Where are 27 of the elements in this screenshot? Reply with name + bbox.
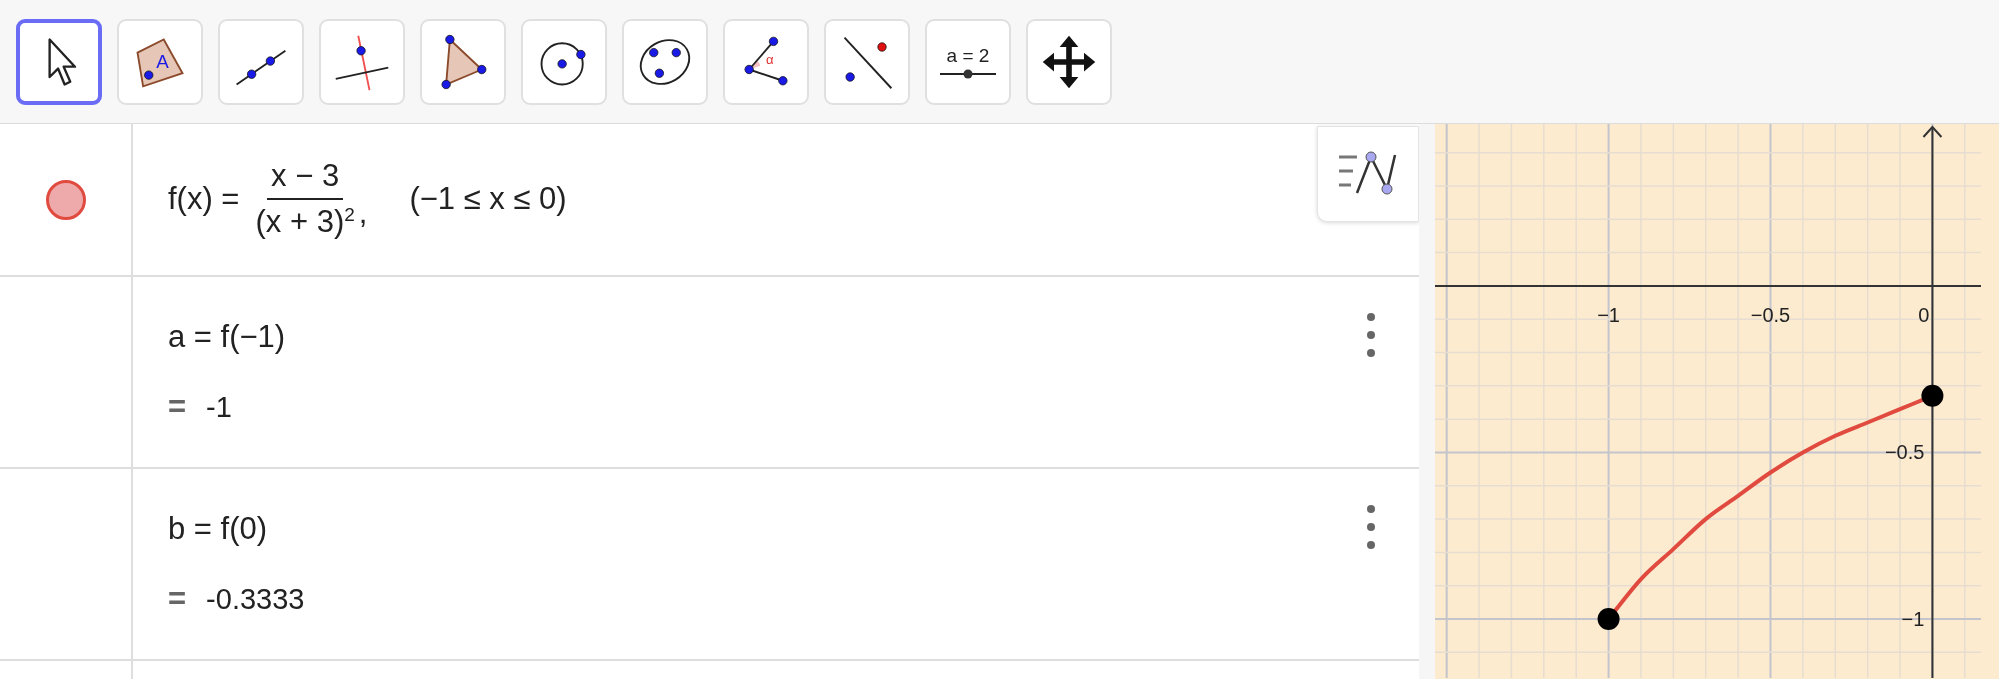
point[interactable] [1921,384,1944,407]
slider-label: a = 2 [946,44,990,67]
visibility-toggle[interactable] [45,179,86,220]
tool-button[interactable] [16,18,102,105]
comma: , [358,194,368,231]
numerator: x − 3 [267,158,344,201]
function-name: f(x) = [168,181,240,218]
point[interactable] [1597,608,1620,631]
graphics-view[interactable]: −1 −0.5 0 −0.5 −1 [1419,124,1999,679]
output-value: -1 [206,390,232,424]
input-expression[interactable]: a = f(−1) [168,319,1419,355]
equals-sign: = [168,581,187,617]
tool-button[interactable]: α [723,18,809,105]
output-value: -0.3333 [206,582,305,616]
tool-button[interactable]: A [117,18,203,105]
input-expression[interactable]: b = f(0) [168,511,1419,547]
x-tick-label: −0.5 [1750,303,1791,326]
tool-button[interactable]: a = 2 [925,18,1011,105]
algebra-style-button[interactable] [1317,126,1419,222]
y-tick-label: −1 [1901,608,1925,631]
x-tick-label: −1 [1597,303,1620,326]
y-tick-label: −0.5 [1884,441,1925,464]
equals-sign: = [168,389,187,425]
slider-icon [940,68,996,79]
denominator: (x + 3)$^{2}$ [255,203,355,241]
domain-condition: (−1 ≤ x ≤ 0) [409,181,567,218]
x-tick-label: 0 [1918,303,1930,326]
